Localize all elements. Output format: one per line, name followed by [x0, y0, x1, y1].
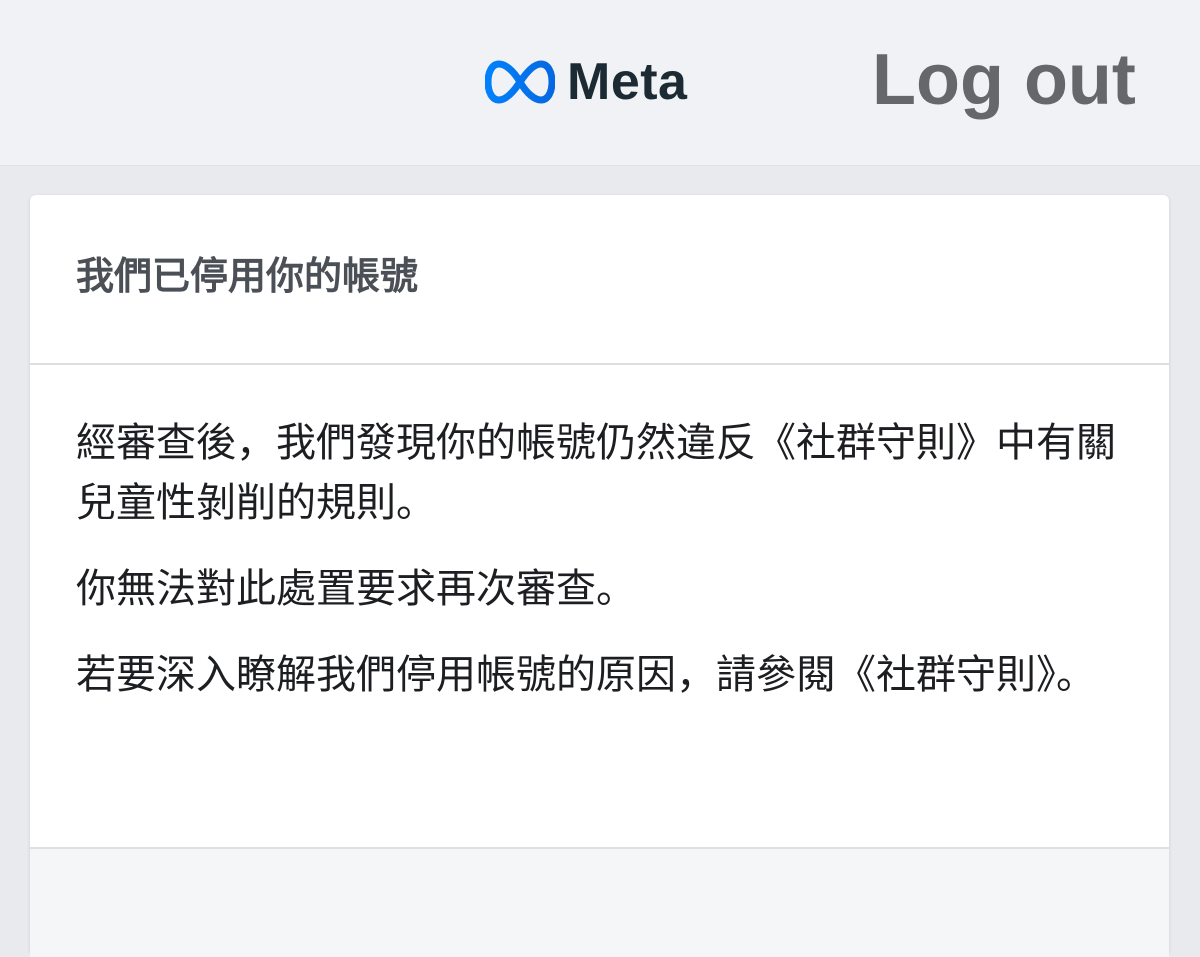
page-title: 我們已停用你的帳號	[76, 253, 419, 298]
notice-card: 我們已停用你的帳號 經審查後，我們發現你的帳號仍然違反《社群守則》中有關兒童性剝…	[30, 195, 1169, 957]
meta-logo[interactable]: Meta	[485, 52, 687, 112]
appeal-unavailable-message: 你無法對此處置要求再次審查。	[76, 566, 636, 612]
card-header: 我們已停用你的帳號	[30, 195, 1169, 365]
violation-message: 經審查後，我們發現你的帳號仍然違反《社群守則》中有關兒童性剝削的規則。	[76, 420, 1116, 526]
logout-link[interactable]: Log out	[872, 35, 1136, 125]
meta-wordmark: Meta	[567, 53, 688, 111]
meta-infinity-icon	[485, 60, 555, 104]
top-bar: Meta Log out	[0, 0, 1200, 166]
card-body: 經審查後，我們發現你的帳號仍然違反《社群守則》中有關兒童性剝削的規則。 你無法對…	[30, 365, 1169, 705]
card-footer	[30, 847, 1169, 957]
community-standards-message: 若要深入瞭解我們停用帳號的原因，請參閱《社群守則》。	[76, 652, 1096, 698]
